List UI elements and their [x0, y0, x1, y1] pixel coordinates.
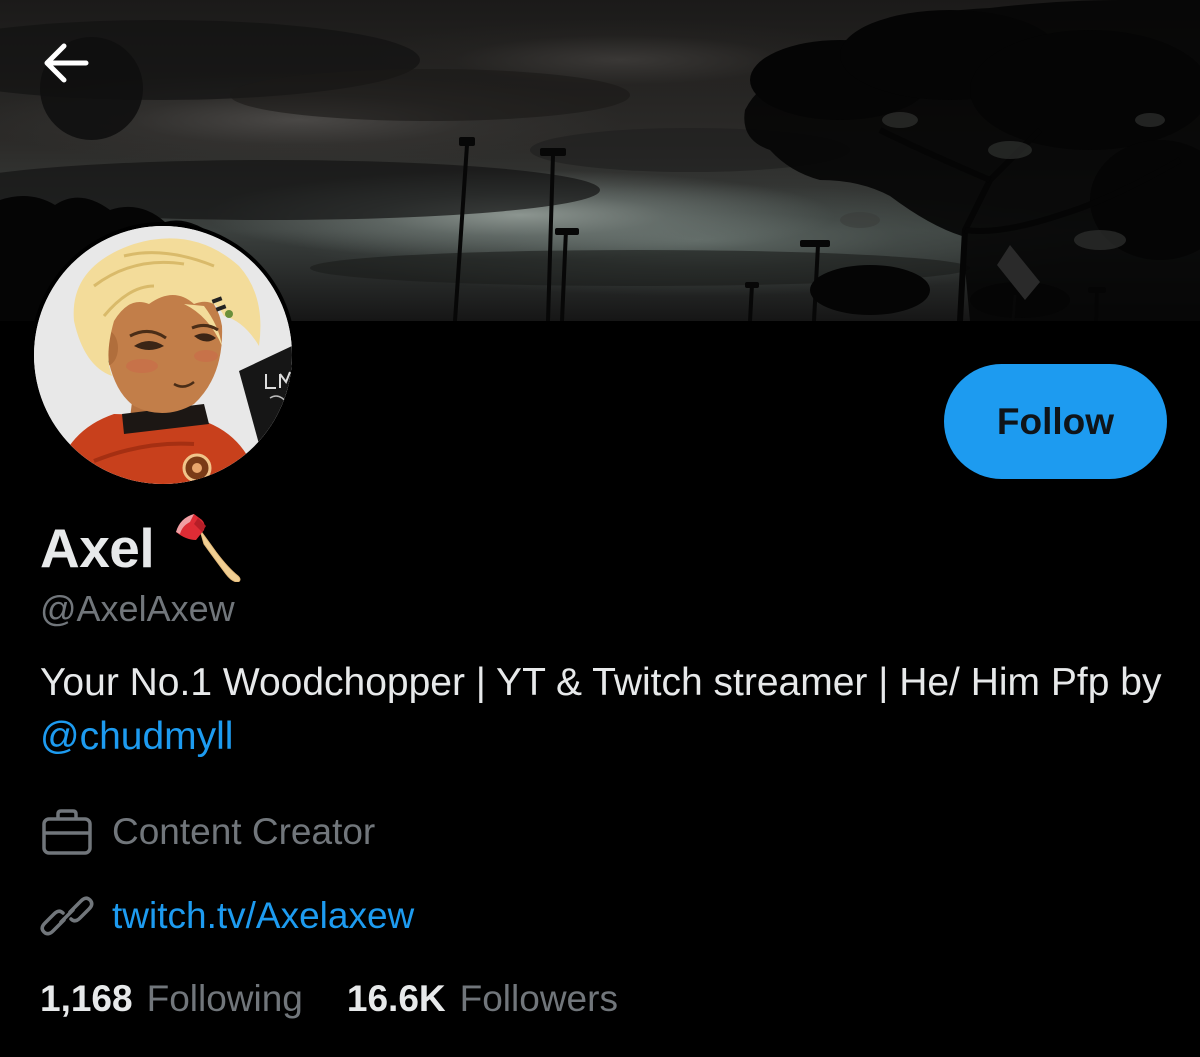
category-label: Content Creator [112, 811, 376, 852]
profile-category: Content Creator [40, 804, 375, 860]
follow-button[interactable]: Follow [944, 364, 1167, 479]
following-stat[interactable]: 1,168 Following [40, 978, 303, 1020]
followers-count: 16.6K [346, 978, 446, 1019]
bio-text: Your No.1 Woodchopper | YT & Twitch stre… [40, 661, 1162, 704]
display-name: Axel [40, 517, 155, 579]
profile-website-link[interactable]: twitch.tv/Axelaxew [112, 895, 414, 937]
following-count: 1,168 [40, 978, 133, 1019]
link-icon [40, 888, 96, 944]
following-label: Following [146, 978, 303, 1019]
profile-bio: Your No.1 Woodchopper | YT & Twitch stre… [40, 656, 1170, 764]
followers-stat[interactable]: 16.6K Followers [347, 978, 618, 1020]
avatar-image [34, 226, 292, 484]
axe-emoji [172, 510, 244, 587]
bio-mention-link[interactable]: @chudmyll [40, 715, 233, 758]
avatar[interactable] [30, 222, 296, 488]
followers-label: Followers [459, 978, 618, 1019]
briefcase-icon [40, 804, 96, 860]
profile-link-row: twitch.tv/Axelaxew [40, 888, 414, 944]
profile-handle: @AxelAxew [40, 588, 235, 629]
profile-page: Follow Axel @AxelAxew Your No.1 Woodchop… [0, 0, 1200, 1057]
back-button[interactable] [40, 37, 143, 140]
display-name-row: Axel [40, 512, 244, 584]
follow-stats: 1,168 Following 16.6K Followers [40, 978, 618, 1034]
